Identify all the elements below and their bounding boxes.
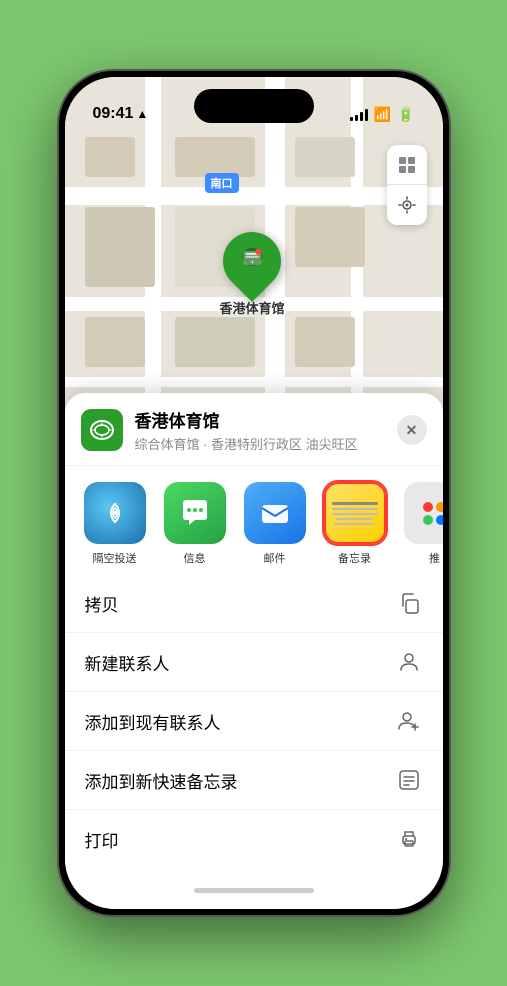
- building-block: [175, 317, 255, 367]
- messages-label: 信息: [184, 550, 206, 566]
- status-icons: 📶 🔋: [350, 106, 415, 123]
- mail-icon: [244, 482, 306, 544]
- action-item-add-contact[interactable]: 添加到现有联系人: [65, 692, 443, 751]
- phone-frame: 09:41 ▲ 📶 🔋: [59, 71, 449, 915]
- apps-row: 隔空投送 信息: [65, 466, 443, 574]
- more-label: 推: [429, 550, 440, 566]
- venue-info: 香港体育馆 综合体育馆 · 香港特别行政区 油尖旺区: [135, 407, 397, 453]
- pin-icon: [237, 243, 267, 280]
- phone-screen: 09:41 ▲ 📶 🔋: [65, 77, 443, 909]
- location-arrow-icon: ▲: [136, 107, 148, 121]
- app-item-notes[interactable]: 备忘录: [321, 482, 389, 566]
- print-label: 打印: [85, 827, 119, 852]
- action-list: 拷贝 新建联系人: [65, 574, 443, 888]
- print-icon: [395, 825, 423, 853]
- road-h3: [65, 377, 443, 387]
- road-h: [65, 187, 443, 205]
- new-contact-label: 新建联系人: [85, 650, 170, 675]
- venue-icon: [81, 409, 123, 451]
- bottom-sheet: 香港体育馆 综合体育馆 · 香港特别行政区 油尖旺区 ✕: [65, 393, 443, 909]
- airdrop-icon: [84, 482, 146, 544]
- map-label: 南口: [205, 173, 239, 193]
- action-item-print[interactable]: 打印: [65, 810, 443, 868]
- map-controls: [387, 145, 427, 225]
- location-button[interactable]: [387, 185, 427, 225]
- airdrop-label: 隔空投送: [93, 550, 137, 566]
- battery-icon: 🔋: [397, 106, 414, 123]
- copy-label: 拷贝: [85, 591, 119, 616]
- building-block: [85, 317, 145, 367]
- note-icon: [395, 766, 423, 794]
- pin-circle: [211, 220, 293, 302]
- messages-icon: [164, 482, 226, 544]
- app-item-airdrop[interactable]: 隔空投送: [81, 482, 149, 566]
- add-contact-label: 添加到现有联系人: [85, 709, 221, 734]
- person-add-icon: [395, 707, 423, 735]
- app-item-messages[interactable]: 信息: [161, 482, 229, 566]
- building-block: [295, 137, 355, 177]
- signal-icon: [350, 109, 368, 121]
- more-icon: [404, 482, 443, 544]
- action-item-quick-note[interactable]: 添加到新快速备忘录: [65, 751, 443, 810]
- building-block: [295, 317, 355, 367]
- building-block: [85, 137, 135, 177]
- app-item-mail[interactable]: 邮件: [241, 482, 309, 566]
- notes-label: 备忘录: [338, 550, 371, 566]
- home-indicator: [194, 888, 314, 893]
- action-item-new-contact[interactable]: 新建联系人: [65, 633, 443, 692]
- location-pin: 香港体育馆: [220, 232, 285, 317]
- venue-description: 综合体育馆 · 香港特别行政区 油尖旺区: [135, 434, 397, 453]
- mail-label: 邮件: [264, 550, 286, 566]
- building-block: [175, 137, 255, 177]
- building-block: [85, 207, 155, 287]
- wifi-icon: 📶: [374, 106, 391, 123]
- action-item-copy[interactable]: 拷贝: [65, 574, 443, 633]
- status-time: 09:41 ▲: [93, 105, 149, 123]
- sheet-header: 香港体育馆 综合体育馆 · 香港特别行政区 油尖旺区 ✕: [65, 393, 443, 466]
- person-icon: [395, 648, 423, 676]
- time-label: 09:41: [93, 105, 134, 123]
- copy-icon: [395, 589, 423, 617]
- map-type-button[interactable]: [387, 145, 427, 185]
- quick-note-label: 添加到新快速备忘录: [85, 768, 238, 793]
- notes-icon: [324, 482, 386, 544]
- venue-name: 香港体育馆: [135, 407, 397, 432]
- app-item-more[interactable]: 推: [401, 482, 443, 566]
- dynamic-island: [194, 89, 314, 123]
- building-block: [295, 207, 365, 267]
- close-button[interactable]: ✕: [397, 415, 427, 445]
